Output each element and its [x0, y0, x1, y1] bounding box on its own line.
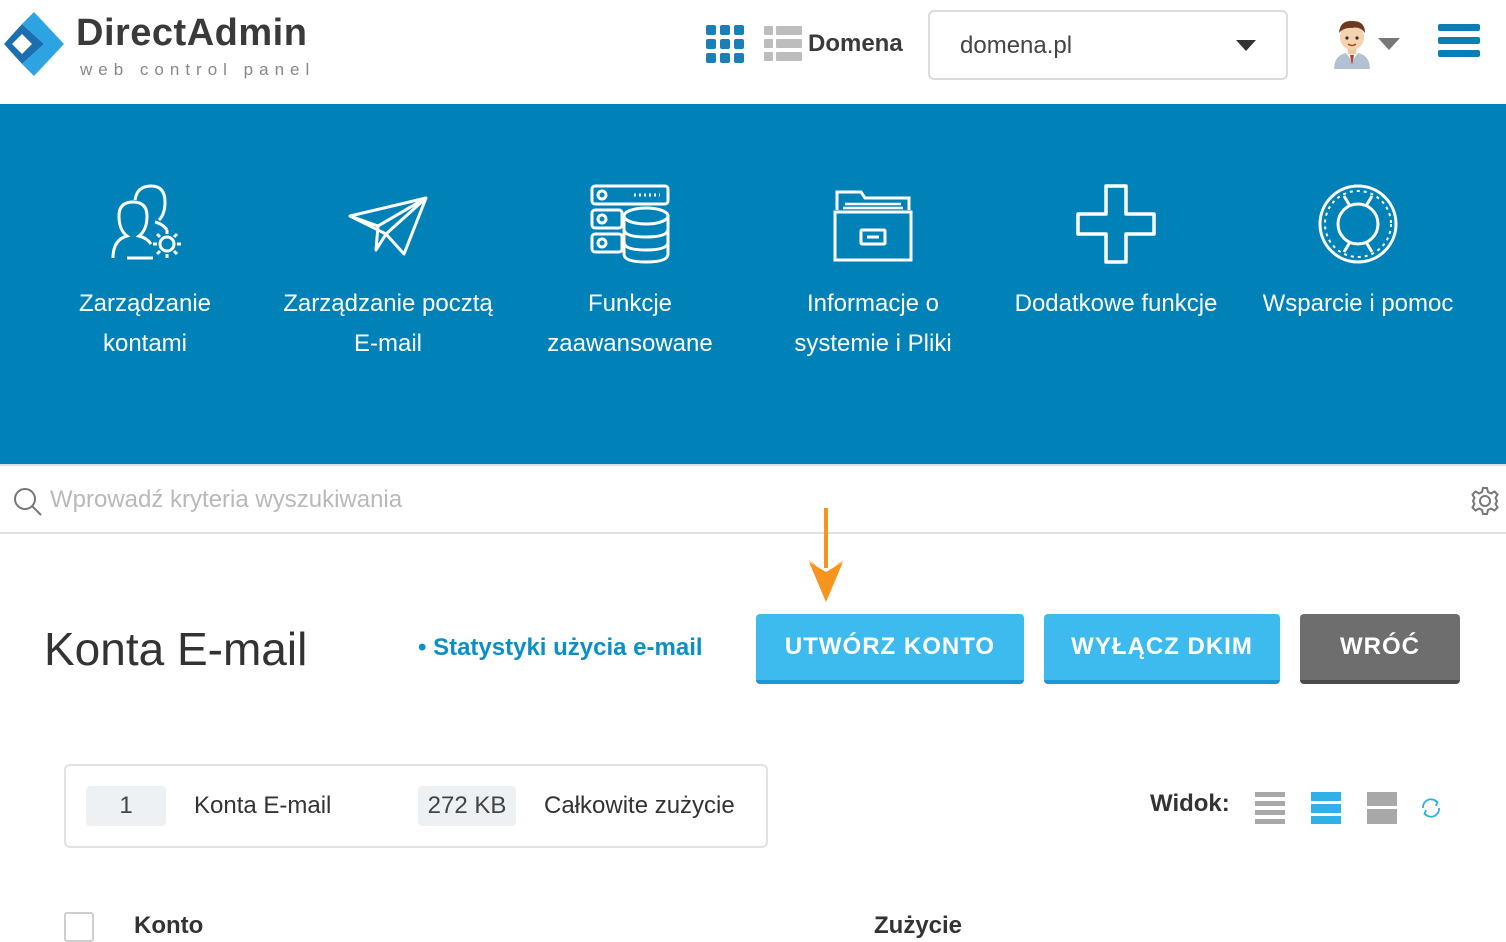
nav-item-advanced-features[interactable]: Funkcje zaawansowane — [520, 182, 740, 364]
domain-view-toggle[interactable]: Domena — [764, 25, 903, 63]
back-button[interactable]: WRÓĆ — [1300, 614, 1460, 684]
apps-grid-icon[interactable] — [706, 25, 744, 63]
domain-select[interactable]: domena.pl — [928, 10, 1288, 80]
plus-icon — [1076, 184, 1156, 264]
create-account-button[interactable]: UTWÓRZ KONTO — [756, 614, 1024, 684]
large-view-icon[interactable] — [1367, 792, 1397, 824]
nav-label: Funkcje zaawansowane — [547, 290, 713, 357]
nav-label: Zarządzanie kontami — [78, 290, 212, 357]
directadmin-logo[interactable]: DirectAdmin web control panel — [4, 10, 324, 80]
lifebuoy-icon — [1318, 184, 1398, 264]
gear-icon[interactable] — [1470, 486, 1500, 516]
nav-label: Zarządzanie pocztą E-mail — [283, 290, 493, 357]
total-usage-label: Całkowite zużycie — [544, 792, 735, 819]
arrow-down-icon — [808, 508, 844, 602]
total-usage-badge: 272 KB — [418, 786, 516, 826]
view-label: Widok: — [1150, 790, 1230, 817]
nav-label: Dodatkowe funkcje — [1014, 290, 1218, 317]
file-cabinet-icon — [833, 190, 913, 262]
search-input[interactable] — [50, 478, 1430, 522]
paper-plane-icon — [348, 196, 428, 256]
page-title: Konta E-mail — [44, 623, 308, 675]
email-usage-stats-link[interactable]: • Statystyki użycia e-mail — [418, 634, 703, 662]
domain-select-value: domena.pl — [960, 32, 1073, 59]
standard-view-icon[interactable] — [1311, 792, 1341, 824]
list-view-icon — [764, 26, 802, 61]
logo-chevron-icon — [4, 12, 64, 76]
column-header-usage[interactable]: Zużycie — [874, 912, 962, 940]
account-count-badge: 1 — [86, 786, 166, 826]
account-count-label: Konta E-mail — [194, 792, 332, 819]
nav-item-system-info-files[interactable]: Informacje o systemie i Pliki — [763, 182, 983, 364]
chevron-down-icon — [1236, 40, 1256, 51]
logo-subtitle: web control panel — [80, 60, 316, 79]
user-avatar[interactable] — [1330, 17, 1374, 69]
nav-item-support-help[interactable]: Wsparcie i pomoc — [1248, 182, 1468, 324]
email-summary-box: 1 Konta E-mail 272 KB Całkowite zużycie — [64, 764, 768, 848]
refresh-icon[interactable] — [1420, 792, 1442, 824]
main-navigation: Zarządzanie kontami Zarządzanie pocztą E… — [0, 104, 1506, 464]
nav-item-extra-features[interactable]: Dodatkowe funkcje — [1006, 182, 1226, 324]
nav-item-email-management[interactable]: Zarządzanie pocztą E-mail — [278, 182, 498, 364]
compact-view-icon[interactable] — [1255, 792, 1285, 824]
column-header-account[interactable]: Konto — [134, 912, 203, 940]
hamburger-menu-icon[interactable] — [1438, 24, 1480, 64]
domain-label: Domena — [808, 30, 903, 57]
nav-item-account-management[interactable]: Zarządzanie kontami — [35, 182, 255, 364]
logo-title: DirectAdmin — [76, 12, 308, 54]
top-header: DirectAdmin web control panel Domena dom… — [0, 0, 1506, 104]
disable-dkim-button[interactable]: WYŁĄCZ DKIM — [1044, 614, 1280, 684]
server-database-icon — [590, 184, 670, 264]
nav-label: Wsparcie i pomoc — [1262, 290, 1454, 317]
search-bar — [0, 464, 1506, 534]
user-menu-caret-icon[interactable] — [1378, 38, 1400, 50]
search-icon — [14, 488, 42, 516]
users-gear-icon — [111, 184, 181, 260]
nav-label: Informacje o systemie i Pliki — [794, 290, 952, 357]
